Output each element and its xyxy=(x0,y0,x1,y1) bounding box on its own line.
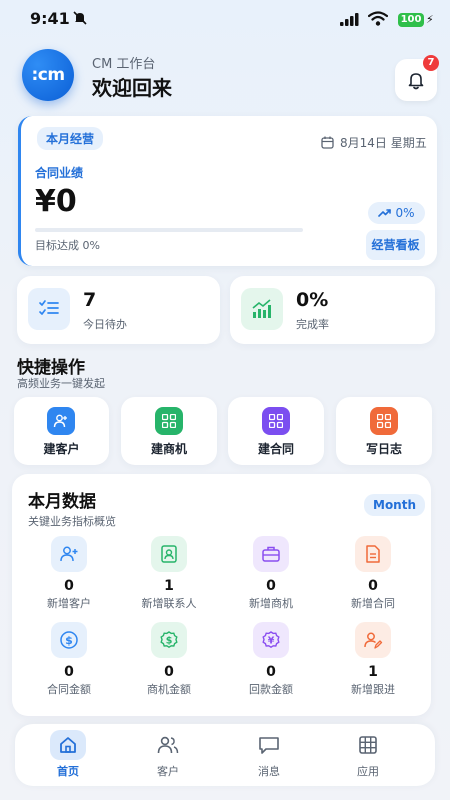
apps-grid-icon xyxy=(350,730,386,760)
date-text: 8月14日 星期五 xyxy=(340,136,427,150)
bell-icon xyxy=(408,73,424,90)
create-customer-button[interactable]: 建客户 xyxy=(14,397,109,465)
trend-up-icon xyxy=(378,209,392,217)
quick-actions-subtitle: 高频业务一键发起 xyxy=(17,377,105,390)
signal-icon xyxy=(340,13,359,26)
metric-value: 0 xyxy=(164,664,174,680)
dollar-icon: $ xyxy=(51,622,87,658)
header-subtitle: CM 工作台 xyxy=(92,57,156,72)
metric-value: 1 xyxy=(164,578,174,594)
svg-text:$: $ xyxy=(65,634,73,647)
trend-chip: 0% xyxy=(368,202,425,224)
nav-customers[interactable]: 客户 xyxy=(138,730,198,779)
metric-contract-amount[interactable]: $ 0 合同金额 xyxy=(19,622,119,697)
metric-label: 合同金额 xyxy=(47,683,91,696)
metric-new-contacts[interactable]: 1 新增联系人 xyxy=(119,536,219,611)
nav-messages[interactable]: 消息 xyxy=(239,730,299,779)
metric-label: 新增合同 xyxy=(351,597,395,610)
completion-label: 完成率 xyxy=(296,318,329,331)
metric-new-contracts[interactable]: 0 新增合同 xyxy=(323,536,423,611)
metric-value: 0 xyxy=(64,664,74,680)
contact-card-icon xyxy=(151,536,187,572)
briefcase-icon xyxy=(253,536,289,572)
yen-icon: ¥ xyxy=(253,622,289,658)
target-achievement: 目标达成 0% xyxy=(35,239,100,252)
nav-messages-label: 消息 xyxy=(258,765,280,778)
create-opportunity-button[interactable]: 建商机 xyxy=(121,397,217,465)
nav-apps[interactable]: 应用 xyxy=(338,730,398,779)
app-logo: :cm xyxy=(22,49,74,101)
metric-value: 1 xyxy=(368,664,378,680)
todo-label: 今日待办 xyxy=(83,318,127,331)
status-bar: 9:41 100 ⚡ xyxy=(0,0,450,40)
period-chip: 本月经营 xyxy=(37,127,104,150)
battery-indicator: 100 xyxy=(398,13,424,27)
metric-label: 新增联系人 xyxy=(141,597,197,610)
metric-payment-amount[interactable]: ¥ 0 回款金额 xyxy=(221,622,321,697)
metric-label: 新增跟进 xyxy=(351,683,395,696)
metric-label: 商机金额 xyxy=(147,683,191,696)
add-customer-icon xyxy=(47,407,75,435)
dollar-icon: $ xyxy=(151,622,187,658)
checklist-icon xyxy=(28,288,70,330)
growth-chart-icon xyxy=(241,288,283,330)
bottom-nav: 首页 客户 消息 应用 xyxy=(15,724,435,786)
create-customer-label: 建客户 xyxy=(43,442,80,456)
contract-amount: ¥0 xyxy=(35,184,77,219)
nav-home-label: 首页 xyxy=(57,765,79,778)
nav-customers-label: 客户 xyxy=(157,765,179,778)
completion-rate: 0% xyxy=(296,289,329,311)
period-toggle[interactable]: Month xyxy=(364,494,426,516)
metric-value: 0 xyxy=(368,578,378,594)
home-icon xyxy=(50,730,86,760)
create-contract-button[interactable]: 建合同 xyxy=(228,397,324,465)
target-progress-bar xyxy=(35,228,303,232)
todo-card[interactable]: 7 今日待办 xyxy=(17,276,220,344)
add-user-icon xyxy=(51,536,87,572)
monthly-overview-card: 本月经营 8月14日 星期五 合同业绩 ¥0 目标达成 0% 0% 经营看板 xyxy=(18,116,437,266)
grid-icon xyxy=(262,407,290,435)
svg-text:¥: ¥ xyxy=(268,636,275,647)
calendar-icon xyxy=(321,136,334,149)
wifi-icon xyxy=(368,11,388,26)
nav-home[interactable]: 首页 xyxy=(38,730,98,779)
metric-new-customers[interactable]: 0 新增客户 xyxy=(19,536,119,611)
metric-label: 新增客户 xyxy=(47,597,91,610)
todo-count: 7 xyxy=(83,289,97,311)
business-dashboard-button[interactable]: 经营看板 xyxy=(366,230,425,260)
create-opportunity-label: 建商机 xyxy=(150,442,187,456)
svg-text:$: $ xyxy=(166,636,173,647)
metric-value: 0 xyxy=(64,578,74,594)
grid-icon xyxy=(370,407,398,435)
write-log-button[interactable]: 写日志 xyxy=(336,397,432,465)
page-title: 欢迎回来 xyxy=(92,76,172,100)
metric-new-follow-ups[interactable]: 1 新增跟进 xyxy=(323,622,423,697)
follow-up-icon xyxy=(355,622,391,658)
metric-label: 新增商机 xyxy=(249,597,293,610)
nav-apps-label: 应用 xyxy=(357,765,379,778)
monthly-data-subtitle: 关键业务指标概览 xyxy=(28,515,116,528)
grid-icon xyxy=(155,407,183,435)
metric-opportunity-amount[interactable]: $ 0 商机金额 xyxy=(119,622,219,697)
metric-new-opportunities[interactable]: 0 新增商机 xyxy=(221,536,321,611)
contract-performance-label: 合同业绩 xyxy=(35,166,84,180)
document-icon xyxy=(355,536,391,572)
metric-value: 0 xyxy=(266,578,276,594)
create-contract-label: 建合同 xyxy=(257,442,294,456)
notification-badge: 7 xyxy=(423,55,439,71)
completion-card[interactable]: 0% 完成率 xyxy=(230,276,435,344)
message-icon xyxy=(251,730,287,760)
status-time: 9:41 xyxy=(30,9,70,28)
trend-value: 0% xyxy=(395,206,415,220)
write-log-label: 写日志 xyxy=(365,442,402,456)
metric-label: 回款金额 xyxy=(249,683,293,696)
metric-value: 0 xyxy=(266,664,276,680)
users-icon xyxy=(150,730,186,760)
charging-icon: ⚡ xyxy=(426,13,434,26)
monthly-data-title: 本月数据 xyxy=(28,492,96,512)
date-row: 8月14日 星期五 xyxy=(321,134,427,151)
bell-muted-icon xyxy=(73,11,87,25)
